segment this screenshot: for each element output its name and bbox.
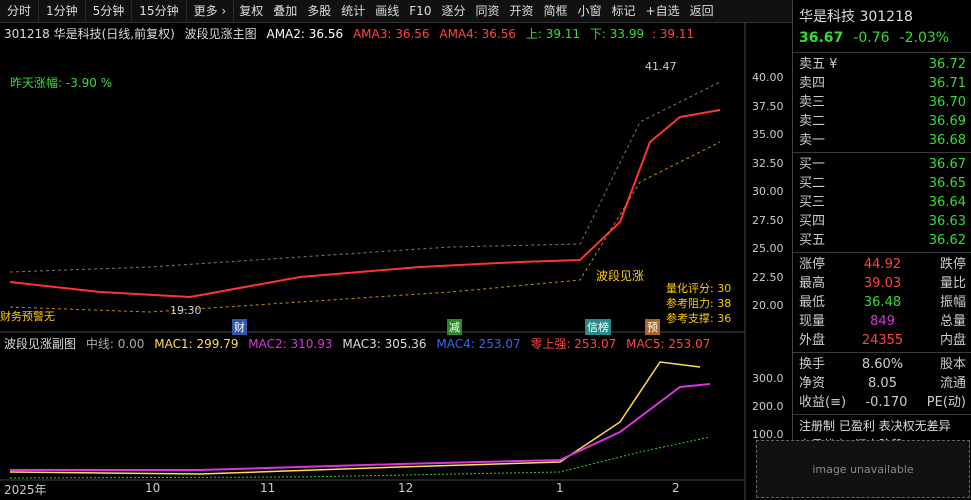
- ask-row[interactable]: 卖一 36.68: [793, 131, 971, 150]
- sub-y-axis: 300.0 200.0 100.0: [752, 365, 784, 449]
- stock-name: 华是科技 301218: [799, 9, 913, 25]
- mac1-value: MAC1: 299.79: [154, 337, 239, 351]
- tag-yu[interactable]: 预: [645, 319, 660, 335]
- ask-row[interactable]: 卖二 36.69: [793, 112, 971, 131]
- last-price: 36.67: [799, 30, 844, 46]
- y-tick: 30.00: [752, 185, 784, 198]
- ask-row[interactable]: 卖三 36.70: [793, 93, 971, 112]
- btn-fuquan[interactable]: 复权: [234, 0, 268, 22]
- stat-row: 收益(≡) -0.170 PE(动): [799, 395, 966, 410]
- y-tick: 25.00: [752, 242, 784, 255]
- sub-indicator: 波段见涨副图: [4, 337, 77, 351]
- bid-row[interactable]: 买四 36.63: [793, 212, 971, 231]
- btn-f10[interactable]: F10: [404, 0, 436, 22]
- mac3-value: MAC3: 305.36: [342, 337, 427, 351]
- sub-legend: 波段见涨副图 中线: 0.00 MAC1: 299.79 MAC2: 310.9…: [4, 335, 710, 352]
- tab-15min[interactable]: 15分钟: [132, 0, 187, 22]
- btn-tongzi[interactable]: 同资: [470, 0, 504, 22]
- bid-row[interactable]: 买二 36.65: [793, 174, 971, 193]
- bid-row[interactable]: 买一 36.67: [793, 155, 971, 174]
- ask-row[interactable]: 卖五 ¥36.72: [793, 55, 971, 74]
- sub-y-tick: 300.0: [752, 372, 784, 385]
- btn-zhufen[interactable]: 逐分: [436, 0, 470, 22]
- resist-label: 参考阻力: 38: [666, 297, 732, 310]
- reg-info: 注册制 已盈利 表决权无差异: [799, 419, 951, 433]
- mac5-value: MAC5: 253.07: [626, 337, 711, 351]
- sub-y-tick: 200.0: [752, 400, 784, 413]
- btn-zixuan[interactable]: +自选: [641, 0, 685, 22]
- x-tick: 2025年: [4, 483, 47, 497]
- high-label: 41.47: [645, 60, 677, 73]
- x-tick: 11: [260, 481, 276, 495]
- support-label: 参考支撑: 36: [666, 312, 732, 325]
- x-tick: 1: [556, 481, 564, 495]
- y-axis: 40.00 37.50 35.00 32.50 30.00 27.50 25.0…: [752, 64, 784, 321]
- x-tick: 10: [145, 481, 161, 495]
- tab-5min[interactable]: 5分钟: [86, 0, 133, 22]
- btn-duogu[interactable]: 多股: [302, 0, 336, 22]
- quote-panel: 华是科技 301218 36.67 -0.76 -2.03% 卖五 ¥36.72…: [792, 0, 971, 500]
- price-row: 36.67 -0.76 -2.03%: [793, 26, 971, 50]
- btn-fanhui[interactable]: 返回: [685, 0, 719, 22]
- kline-chart[interactable]: 301218 华是科技(日线,前复权) 波段见涨主图 AMA2: 36.56 A…: [0, 22, 790, 500]
- btn-kaizi[interactable]: 开资: [504, 0, 538, 22]
- btn-huaxian[interactable]: 画线: [370, 0, 404, 22]
- stat-row: 现量 849 总量: [799, 314, 966, 329]
- y-tick: 37.50: [752, 99, 784, 113]
- price-pct: -2.03%: [899, 30, 950, 46]
- mac2-value: MAC2: 310.93: [248, 337, 333, 351]
- stat-row: 最低 36.48 振幅: [799, 295, 966, 310]
- mid-value: 中线: 0.00: [85, 337, 145, 351]
- tag-cai[interactable]: 财: [232, 319, 247, 335]
- stat-row: 最高 39.03 量比: [799, 276, 966, 291]
- price-change: -0.76: [853, 30, 890, 46]
- y-tick: 27.50: [752, 213, 784, 227]
- btn-diejia[interactable]: 叠加: [268, 0, 302, 22]
- low-label: 19.30: [170, 304, 202, 317]
- warning-label: 财务预警无: [0, 310, 55, 323]
- x-tick: 2: [672, 481, 680, 495]
- y-tick: 22.50: [752, 270, 784, 284]
- zero-value: 零上强: 253.07: [530, 337, 617, 351]
- btn-xiaochuang[interactable]: 小窗: [573, 0, 607, 22]
- tag-xinbang[interactable]: 信榜: [585, 319, 611, 335]
- btn-tongji[interactable]: 统计: [336, 0, 370, 22]
- tab-more[interactable]: 更多 ›: [187, 0, 235, 22]
- image-placeholder: image unavailable: [756, 440, 970, 498]
- bid-row[interactable]: 买五 36.62: [793, 231, 971, 250]
- y-tick: 20.00: [752, 299, 784, 312]
- signal-label: 波段见涨: [596, 269, 645, 283]
- y-tick: 32.50: [752, 156, 784, 170]
- btn-jiankuang[interactable]: 简框: [539, 0, 573, 22]
- kline-svg: [0, 22, 746, 500]
- y-tick: 35.00: [752, 128, 784, 141]
- bid-row[interactable]: 买三 36.64: [793, 193, 971, 212]
- tab-1min[interactable]: 1分钟: [39, 0, 86, 22]
- tag-jian[interactable]: 减: [447, 319, 462, 335]
- ask-row[interactable]: 卖四 36.71: [793, 74, 971, 93]
- x-tick: 12: [398, 481, 414, 495]
- stat-row: 涨停 44.92 跌停: [799, 257, 966, 272]
- x-axis: 2025年 10 11 12 1 2: [0, 481, 745, 499]
- stat-row: 换手 8.60% 股本: [799, 357, 966, 372]
- btn-biaoji[interactable]: 标记: [607, 0, 641, 22]
- y-tick: 40.00: [752, 71, 784, 84]
- stat-row: 外盘 24355 内盘: [799, 333, 966, 348]
- stat-row: 净资 8.05 流通: [799, 376, 966, 391]
- tab-fenshi[interactable]: 分时: [0, 0, 40, 22]
- score-label: 量化评分: 30: [666, 282, 732, 295]
- mac4-value: MAC4: 253.07: [436, 337, 521, 351]
